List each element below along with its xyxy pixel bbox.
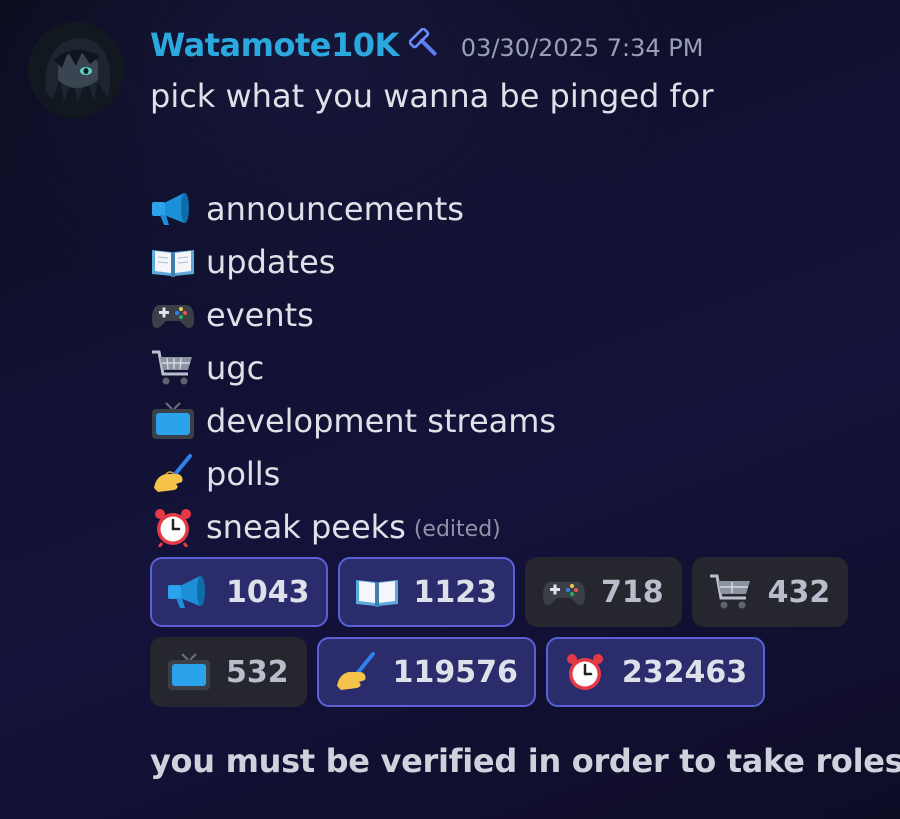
reaction-updates[interactable]: 1123 <box>337 557 515 627</box>
reaction-count: 532 <box>226 654 289 690</box>
megaphone-icon <box>150 189 196 229</box>
author-username[interactable]: Watamote10K <box>150 26 399 64</box>
reaction-count: 119576 <box>392 654 518 690</box>
role-line-polls: polls <box>150 447 714 500</box>
message-intro: pick what you wanna be pinged for <box>150 76 714 116</box>
reaction-count: 718 <box>601 574 664 610</box>
reaction-sneak-peeks[interactable]: 232463 <box>545 637 766 707</box>
hammer-icon[interactable] <box>408 27 443 62</box>
reaction-row: 532 119576 232463 <box>150 637 790 707</box>
alarm-clock-icon <box>150 507 196 547</box>
verification-note: you must be verified in order to take ro… <box>150 742 900 780</box>
writing-hand-icon <box>150 453 196 494</box>
role-line-sneak-peeks: sneak peeks (edited) <box>150 500 714 553</box>
alarm-clock-icon <box>562 652 608 692</box>
television-icon <box>166 652 212 692</box>
open-book-icon <box>150 242 196 282</box>
megaphone-icon <box>166 572 212 612</box>
message-timestamp[interactable]: 03/30/2025 7:34 PM <box>461 34 704 62</box>
role-line-development-streams: development streams <box>150 394 714 447</box>
reaction-announcements[interactable]: 1043 <box>150 557 328 627</box>
message-content: pick what you wanna be pinged for announ… <box>150 76 714 553</box>
open-book-icon <box>354 572 400 612</box>
role-label-events: events <box>206 295 314 334</box>
reaction-development-streams[interactable]: 532 <box>150 637 307 707</box>
reaction-count: 1123 <box>413 574 498 610</box>
intro-text: pick what you wanna be pinged for <box>150 77 714 115</box>
avatar-image <box>28 22 124 118</box>
reaction-row: 1043 1123 718 432 <box>150 557 849 627</box>
message-header: Watamote10K 03/30/2025 7:34 PM <box>150 26 703 64</box>
role-label-polls: polls <box>206 454 281 493</box>
role-line-updates: updates <box>150 235 714 288</box>
reaction-bar: 1043 1123 718 432 532 119576 232463 <box>150 557 849 717</box>
role-label-development-streams: development streams <box>206 401 557 440</box>
reaction-events[interactable]: 718 <box>525 557 682 627</box>
avatar[interactable] <box>28 22 124 118</box>
game-controller-icon <box>150 295 196 335</box>
role-line-ugc: ugc <box>150 341 714 394</box>
game-controller-icon <box>541 572 587 612</box>
role-label-updates: updates <box>206 242 336 281</box>
reaction-polls[interactable]: 119576 <box>316 637 536 707</box>
role-label-ugc: ugc <box>206 348 265 387</box>
role-label-announcements: announcements <box>206 189 464 228</box>
reaction-count: 232463 <box>621 654 748 690</box>
role-line-events: events <box>150 288 714 341</box>
shopping-cart-icon <box>708 572 754 612</box>
reaction-count: 1043 <box>226 574 310 610</box>
writing-hand-icon <box>333 652 379 692</box>
reaction-count: 432 <box>767 574 831 610</box>
television-icon <box>150 401 196 441</box>
role-label-sneak-peeks: sneak peeks <box>206 507 406 546</box>
shopping-cart-icon <box>150 348 196 388</box>
reaction-ugc[interactable]: 432 <box>691 557 849 627</box>
role-line-announcements: announcements <box>150 182 714 235</box>
edited-indicator: (edited) <box>413 516 501 542</box>
